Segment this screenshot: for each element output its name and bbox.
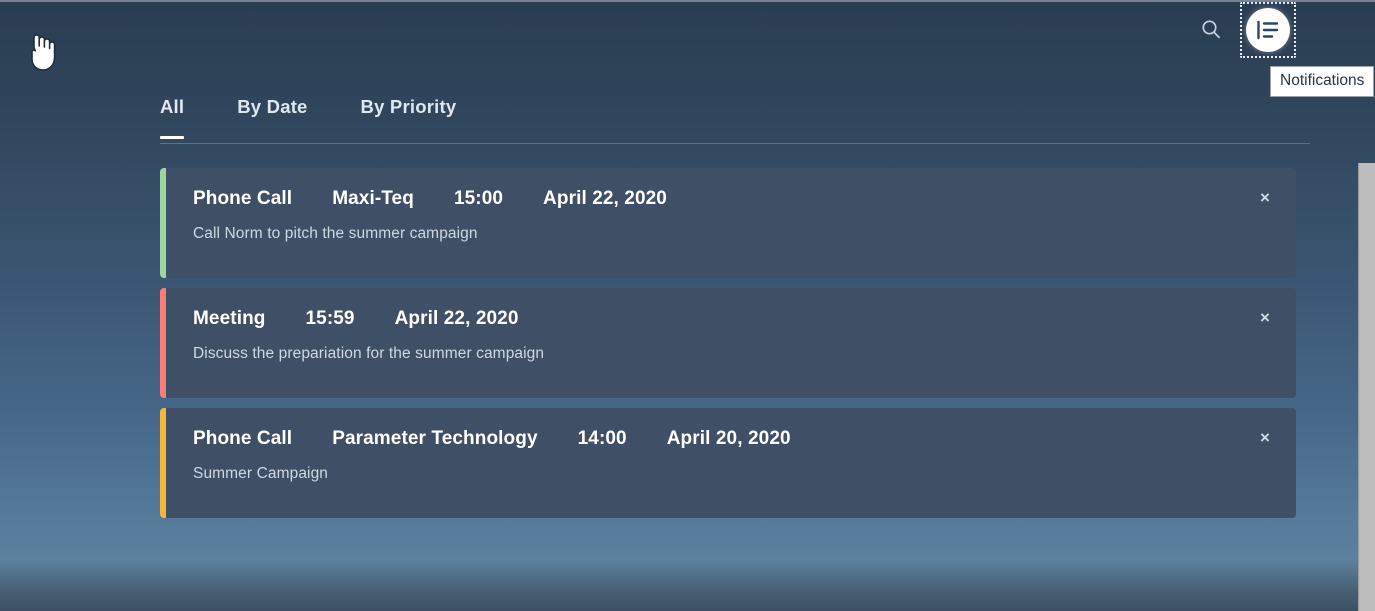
notification-header-row: Meeting 15:59 April 22, 2020 [193,308,1296,330]
notification-account: Parameter Technology [332,428,538,449]
notification-card-body: Phone Call Maxi-Teq 15:00 April 22, 2020… [160,168,1296,243]
mouse-cursor-hand-icon [31,34,56,71]
notification-time: 14:00 [577,428,627,449]
notification-time: 15:59 [305,308,355,329]
notifications-list-icon[interactable] [1246,8,1290,52]
notification-card[interactable]: Meeting 15:59 April 22, 2020 Discuss the… [160,288,1296,398]
notification-card[interactable]: Phone Call Maxi-Teq 15:00 April 22, 2020… [160,168,1296,278]
notification-date: April 22, 2020 [543,188,667,209]
notification-date: April 22, 2020 [394,308,519,329]
tab-all-label: All [160,96,185,117]
notification-header-row: Phone Call Parameter Technology 14:00 Ap… [193,428,1296,450]
notification-type: Phone Call [193,428,293,449]
tooltip-notifications: Notifications [1270,66,1375,97]
tab-all[interactable]: All [160,92,185,139]
notification-type: Meeting [193,308,266,329]
notification-header-row: Phone Call Maxi-Teq 15:00 April 22, 2020 [193,188,1296,210]
close-icon[interactable]: × [1254,186,1276,208]
notification-card-body: Meeting 15:59 April 22, 2020 Discuss the… [160,288,1296,363]
top-hairline [0,0,1375,2]
notification-description: Call Norm to pitch the summer campaign [193,225,478,242]
notification-card-body: Phone Call Parameter Technology 14:00 Ap… [160,408,1296,483]
priority-accent-bar [160,408,166,518]
tab-by-priority-label: By Priority [360,96,457,117]
tab-by-date-label: By Date [237,96,308,117]
active-tab-underline [160,136,185,139]
notifications-button[interactable] [1240,2,1296,58]
notification-account: Maxi-Teq [332,188,414,209]
scrollbar-thumb[interactable] [1360,163,1375,611]
priority-accent-bar [160,168,166,278]
tab-divider [160,143,1310,144]
notification-list: Phone Call Maxi-Teq 15:00 April 22, 2020… [160,168,1296,528]
search-icon[interactable] [1193,12,1229,48]
tab-list: All By Date By Priority [160,92,1310,139]
close-icon[interactable]: × [1254,306,1276,328]
tab-by-date[interactable]: By Date [237,92,307,118]
notifications-panel: Notifications All By Date By Priority Ph… [0,0,1375,611]
notification-type: Phone Call [193,188,293,209]
notification-date: April 20, 2020 [666,428,791,449]
close-icon[interactable]: × [1254,426,1276,448]
notification-description: Summer Campaign [193,465,329,482]
notification-description: Discuss the prepariation for the summer … [193,345,545,362]
notification-time: 15:00 [453,188,504,209]
tab-bar: All By Date By Priority [160,92,1310,144]
header-icon-bar [1185,0,1375,60]
priority-accent-bar [160,288,166,398]
tab-by-priority[interactable]: By Priority [361,92,457,118]
notification-card[interactable]: Phone Call Parameter Technology 14:00 Ap… [160,408,1296,518]
vertical-scrollbar[interactable] [1358,163,1375,611]
